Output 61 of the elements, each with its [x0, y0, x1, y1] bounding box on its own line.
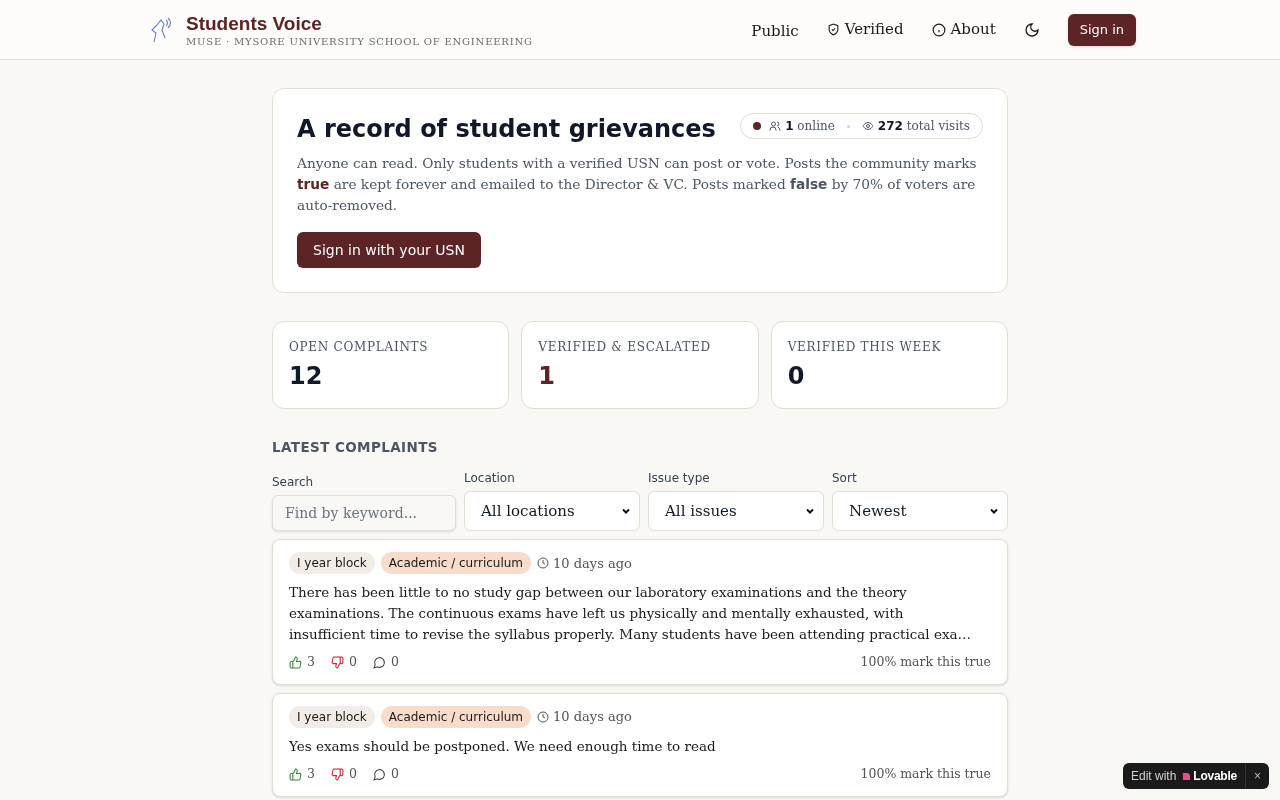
stat-value: 0: [787, 361, 806, 392]
true-share-text: 100% mark this true: [860, 765, 991, 783]
post-time: 10 days ago: [553, 554, 632, 573]
online-count: 1 online: [785, 118, 835, 135]
complaint-text: Yes exams should be postponed. We need enough time to read: [289, 737, 717, 756]
location-tag: I year block: [289, 706, 375, 728]
search-label: Search: [272, 474, 315, 492]
edit-with-lovable-badge[interactable]: Edit with Lovable ×: [1122, 763, 1269, 789]
stat-value: 1: [538, 361, 557, 392]
search-field[interactable]: Find by keyword...: [272, 495, 456, 532]
badge-brand: Lovable: [1193, 768, 1237, 785]
clock-icon: [537, 711, 550, 723]
downvote-button[interactable]: 0: [330, 653, 357, 672]
visit-count: 272 total visits: [877, 118, 970, 135]
thumbs-down-icon: [330, 656, 344, 670]
thumbs-down-icon: [330, 767, 344, 781]
location-tag: I year block: [289, 552, 375, 575]
sign-in-usn-button[interactable]: Sign in with your USN: [297, 232, 481, 268]
stat-label: VERIFIED THIS WEEK: [787, 339, 943, 356]
comment-icon: [372, 656, 386, 670]
filter-label: Issue type: [648, 470, 711, 488]
complaint-card[interactable]: [272, 539, 1008, 685]
true-share-text: 100% mark this true: [860, 653, 991, 672]
thumbs-up-icon: [289, 656, 302, 670]
site-title[interactable]: Students Voice: [186, 11, 533, 36]
info-icon: [931, 22, 946, 37]
category-tag: Academic / curriculum: [380, 706, 532, 728]
close-button[interactable]: ×: [1245, 763, 1269, 789]
filter-label: Location: [464, 470, 516, 488]
filter-dropdown[interactable]: Newest: [832, 491, 1008, 532]
eye-icon: [861, 120, 874, 132]
category-tag: Academic / curriculum: [380, 552, 532, 575]
badge-label: Edit with: [1130, 768, 1177, 785]
comments-button[interactable]: 0: [372, 653, 399, 672]
clock-icon: [537, 557, 550, 570]
stat-label: OPEN COMPLAINTS: [289, 339, 430, 356]
complaint-text: There has been little to no study gap between our laboratory examinations and the theory examinations. The continuous exams have left us physically and mentally exhausted, with insufficient time to revise the syllabus properly. Many students have been attending practical exa…: [289, 583, 973, 645]
filter-label: Sort: [832, 470, 858, 488]
complaint-card[interactable]: I year block Academic / curriculum 10 days ago Yes exams should be postponed. We need enough time to read 3 0 0 100% mark this true: [272, 693, 1008, 797]
nav-link[interactable]: Public: [751, 19, 799, 43]
section-heading: LATEST COMPLAINTS: [272, 438, 439, 457]
nav-link[interactable]: About: [931, 18, 996, 41]
nav-link[interactable]: Verified: [826, 18, 904, 41]
stat-label: VERIFIED & ESCALATED: [538, 339, 712, 356]
upvote-button[interactable]: 3: [289, 653, 315, 672]
comment-icon: [372, 767, 386, 781]
shield-icon: [826, 23, 840, 36]
site-subtitle: MUSE · MYSORE UNIVERSITY SCHOOL OF ENGINEERING: [186, 35, 533, 48]
thumbs-up-icon: [289, 767, 302, 781]
stat-value: 12: [289, 361, 324, 392]
comments-button[interactable]: 0: [372, 765, 399, 784]
theme-toggle-icon[interactable]: [1023, 21, 1040, 38]
post-time: 10 days ago: [553, 708, 632, 727]
intro-paragraph: Anyone can read. Only students with a verified USN can post or vote. Posts the community marks true are kept forever and emailed to the Director & VC. Posts marked false by 70% of voters are auto-removed.: [297, 154, 978, 215]
sign-in-button[interactable]: Sign in: [1067, 13, 1136, 46]
upvote-button[interactable]: 3: [289, 765, 315, 784]
page-heading: A record of student grievances: [297, 114, 716, 145]
filter-dropdown[interactable]: All locations: [464, 491, 640, 532]
downvote-button[interactable]: 0: [330, 765, 357, 784]
filter-dropdown[interactable]: All issues: [648, 491, 824, 532]
users-icon: [769, 120, 782, 132]
